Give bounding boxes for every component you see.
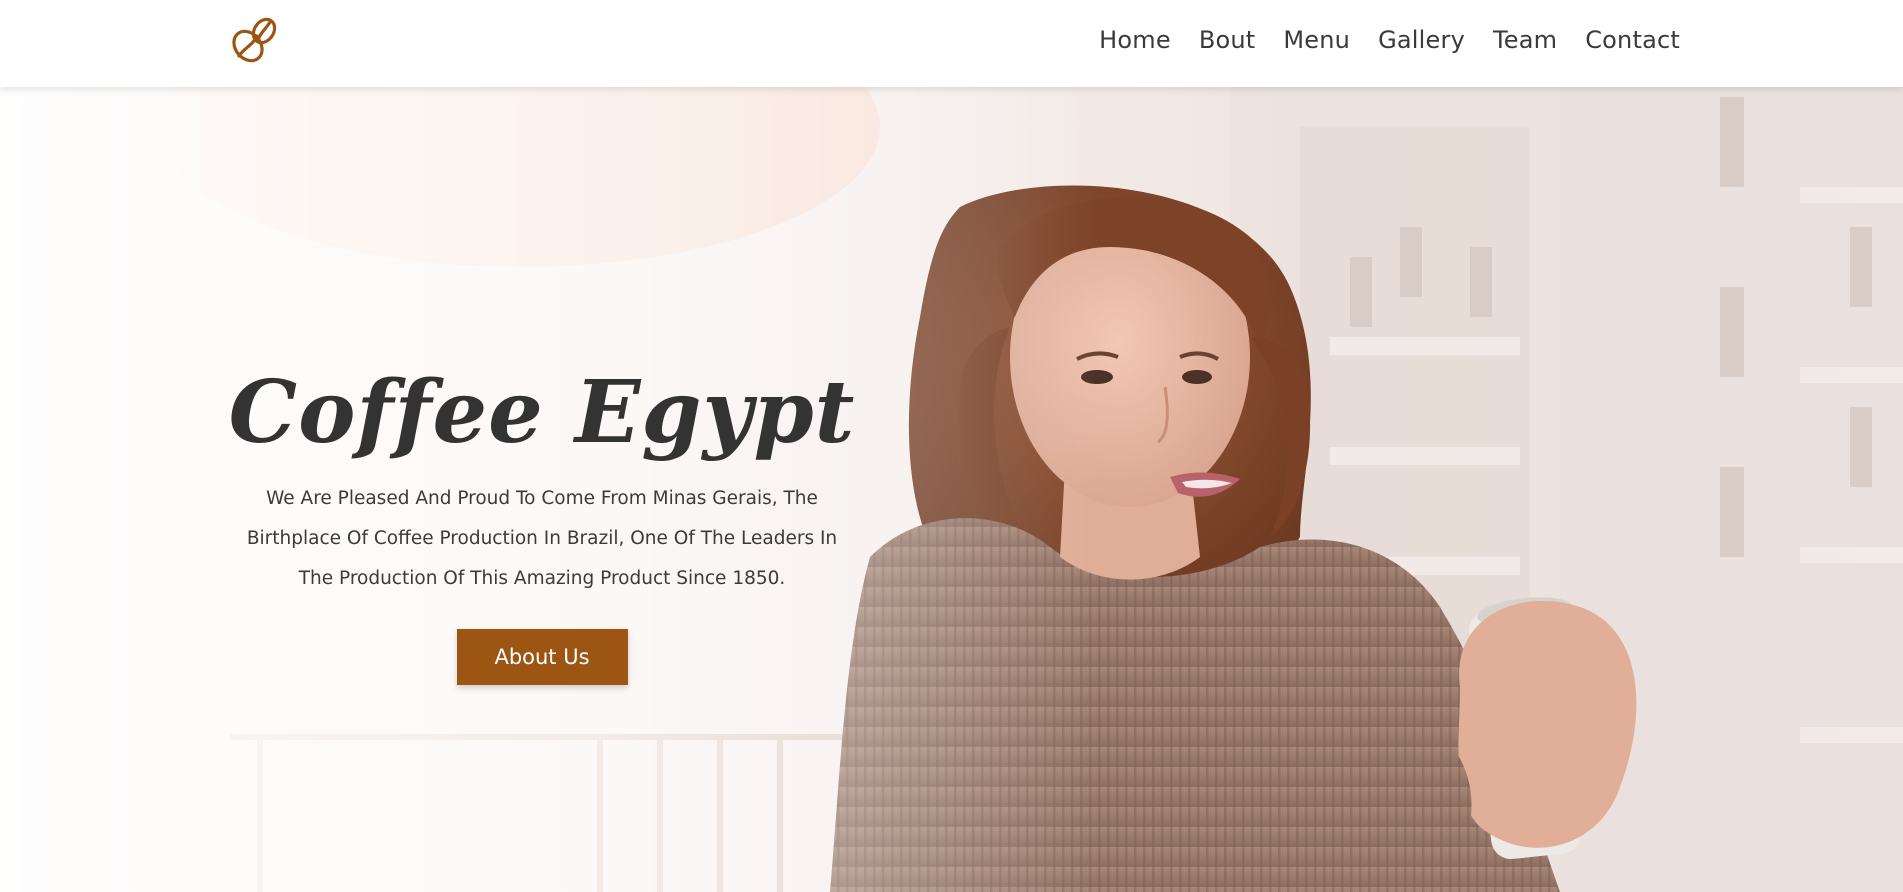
site-header: Home Bout Menu Gallery Team Contact xyxy=(0,0,1903,87)
nav-menu[interactable]: Menu xyxy=(1283,22,1350,58)
coffee-bean-icon xyxy=(232,17,277,63)
hero-content: Coffee Egypt We Are Pleased And Proud To… xyxy=(222,365,862,685)
nav-team[interactable]: Team xyxy=(1493,22,1557,58)
about-us-button[interactable]: About Us xyxy=(456,629,628,685)
nav-contact[interactable]: Contact xyxy=(1585,22,1680,58)
hero-description: We Are Pleased And Proud To Come From Mi… xyxy=(246,488,838,589)
nav-bout[interactable]: Bout xyxy=(1199,22,1256,58)
hero-title: Coffee Egypt xyxy=(228,362,856,463)
nav-gallery[interactable]: Gallery xyxy=(1378,22,1465,58)
hero-section: Coffee Egypt We Are Pleased And Proud To… xyxy=(0,87,1903,892)
nav-home[interactable]: Home xyxy=(1099,22,1171,58)
main-nav: Home Bout Menu Gallery Team Contact xyxy=(1099,22,1680,58)
